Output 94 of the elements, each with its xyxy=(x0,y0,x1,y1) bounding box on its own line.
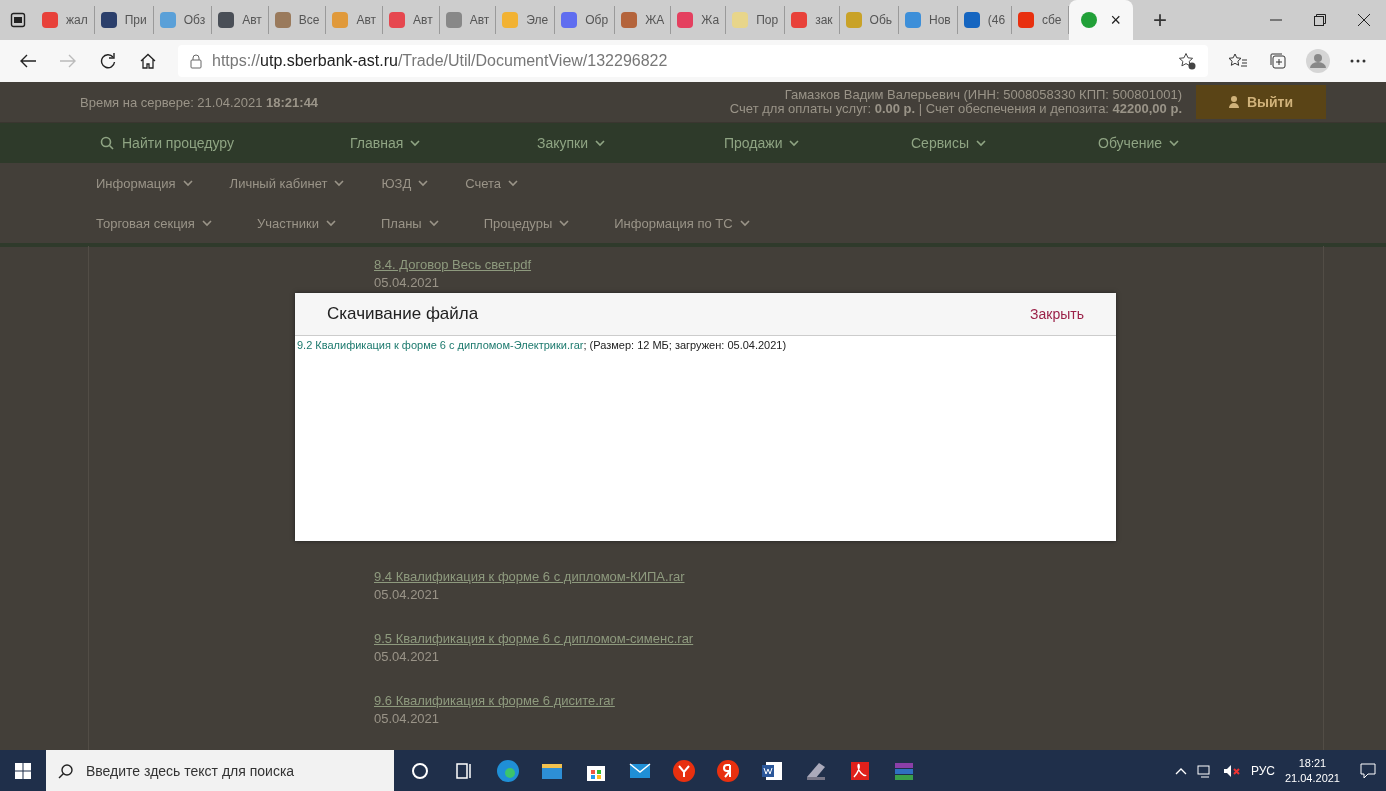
browser-tab[interactable]: Обь xyxy=(839,6,900,34)
document-link[interactable]: 9.4 Квалификация к форме 6 с дипломом-КИПА.rar xyxy=(374,569,685,584)
chevron-down-icon xyxy=(1168,138,1181,148)
submenu-item[interactable]: Торговая секция xyxy=(96,215,213,231)
lock-icon xyxy=(190,53,202,69)
browser-tab[interactable]: Нов xyxy=(899,6,958,34)
logout-button[interactable]: Выйти xyxy=(1196,85,1326,119)
submenu-item[interactable]: Информация по ТС xyxy=(614,215,751,231)
round-app-icon[interactable] xyxy=(672,758,696,783)
chevron-down-icon xyxy=(507,178,520,188)
chevron-down-icon xyxy=(325,218,337,228)
address-field[interactable]: https://utp.sberbank-ast.ru/Trade/Util/DocumentView/132296822 xyxy=(178,45,1208,77)
submenu-item[interactable]: Счета xyxy=(465,175,520,191)
browser-tab[interactable]: сбе xyxy=(1012,6,1069,34)
document-link[interactable]: 9.6 Квалификация к форме 6 дисите.rar xyxy=(374,693,615,708)
edge-browser-icon[interactable] xyxy=(496,758,520,783)
document-date: 05.04.2021 xyxy=(374,586,441,604)
submenu-item[interactable]: Процедуры xyxy=(483,215,571,231)
document-date: 05.04.2021 xyxy=(374,648,441,666)
reload-icon[interactable] xyxy=(100,53,116,69)
chevron-down-icon xyxy=(200,218,213,228)
round-app-icon[interactable] xyxy=(716,758,740,783)
chevron-down-icon xyxy=(738,218,751,228)
close-tab-button[interactable]: × xyxy=(1110,9,1122,31)
account-balance: Счет для оплаты услуг: 0.00 р. | Счет обеспечения и депозита: 42200,00 р. xyxy=(729,102,1182,116)
clock-date[interactable]: 21.04.2021 xyxy=(1284,770,1340,786)
home-icon[interactable] xyxy=(140,53,156,69)
chevron-up-icon[interactable] xyxy=(1174,766,1187,775)
chevron-down-icon xyxy=(975,138,987,148)
user-info: Гамазков Вадим Валерьевич (ИНН: 5008058330 КПП: 500801001) xyxy=(783,88,1182,102)
windows-start-icon[interactable] xyxy=(15,762,31,779)
browser-tab[interactable]: ЖА xyxy=(615,6,672,34)
new-tab-button[interactable]: + xyxy=(1147,5,1174,35)
chevron-down-icon xyxy=(427,218,440,228)
search-icon xyxy=(58,762,74,779)
clock-time[interactable]: 18:21 xyxy=(1284,755,1340,771)
browser-tab[interactable]: Все xyxy=(268,6,327,34)
person-icon xyxy=(1228,96,1239,108)
browser-tab[interactable]: Пор xyxy=(726,6,786,34)
submenu-item[interactable]: Планы xyxy=(381,215,440,231)
browser-tab[interactable]: жал xyxy=(36,6,95,34)
browser-tab[interactable]: Авт xyxy=(326,6,384,34)
browser-tab[interactable]: × xyxy=(1068,0,1134,40)
taskbar-search-field[interactable]: Введите здесь текст для поиска xyxy=(84,761,388,780)
submenu-item[interactable]: Личный кабинет xyxy=(229,175,346,191)
document-date: 05.04.2021 xyxy=(374,274,441,292)
document-link[interactable]: 8.4. Договор Весь свет.pdf xyxy=(374,257,532,272)
network-icon[interactable] xyxy=(1196,763,1213,778)
chevron-down-icon xyxy=(788,138,801,148)
notifications-icon[interactable] xyxy=(1360,762,1376,779)
chevron-down-icon xyxy=(417,178,430,188)
document-date: 05.04.2021 xyxy=(374,710,441,728)
chevron-down-icon xyxy=(558,218,571,228)
tab-actions-icon[interactable] xyxy=(10,12,26,28)
browser-tab[interactable]: Обз xyxy=(153,6,213,34)
search-icon xyxy=(100,136,114,150)
browser-tab[interactable]: (46 xyxy=(957,6,1013,34)
nav-menu-item[interactable]: Главная xyxy=(350,135,422,151)
browser-tab[interactable]: зак xyxy=(785,6,840,34)
browser-tab[interactable]: Авт xyxy=(212,6,269,34)
nav-menu-item[interactable]: Обучение xyxy=(1098,135,1181,151)
document-link[interactable]: 9.5 Квалификация к форме 6 с дипломом-сименс.rar xyxy=(374,631,694,646)
back-arrow-icon[interactable] xyxy=(20,54,36,68)
server-time: Время на сервере: 21.04.2021 18:21:44 xyxy=(80,94,319,110)
language-indicator[interactable]: РУС xyxy=(1250,763,1275,778)
speaker-muted-icon[interactable] xyxy=(1222,763,1241,778)
chevron-down-icon xyxy=(594,138,607,148)
favorites-icon[interactable] xyxy=(1228,52,1248,70)
nav-menu-item[interactable]: Сервисы xyxy=(911,135,987,151)
close-link[interactable]: Закрыть xyxy=(1030,306,1084,322)
submenu-item[interactable]: Участники xyxy=(256,215,337,231)
browser-tab[interactable]: При xyxy=(94,6,154,34)
submenu-item[interactable]: ЮЗД xyxy=(381,175,430,191)
nav-menu-item[interactable]: Продажи xyxy=(724,135,801,151)
chevron-down-icon xyxy=(181,178,194,188)
dialog-title: Скачивание файла xyxy=(327,304,479,324)
add-favorite-icon[interactable] xyxy=(1178,52,1196,70)
nav-menu-item[interactable]: Закупки xyxy=(537,135,607,151)
profile-avatar-icon[interactable] xyxy=(1306,49,1330,73)
chevron-down-icon xyxy=(409,138,422,148)
file-info: ; (Размер: 12 МБ; загружен: 05.04.2021) xyxy=(583,339,787,351)
taskbar-search-box[interactable]: Введите здесь текст для поиска xyxy=(46,750,394,791)
submenu-item[interactable]: Информация xyxy=(96,175,194,191)
collections-icon[interactable] xyxy=(1269,52,1287,70)
browser-tab[interactable]: Жа xyxy=(671,6,727,34)
chevron-down-icon xyxy=(333,178,346,188)
restore-icon[interactable] xyxy=(1314,14,1326,26)
browser-tab[interactable]: Авт xyxy=(439,6,497,34)
search-field[interactable]: Найти процедуру xyxy=(100,135,350,151)
browser-tab[interactable]: Эле xyxy=(496,6,556,34)
close-icon[interactable] xyxy=(1358,14,1370,26)
browser-tab[interactable]: Обр xyxy=(555,6,616,34)
more-icon[interactable] xyxy=(1350,59,1366,63)
browser-tab[interactable]: Авт xyxy=(383,6,440,34)
